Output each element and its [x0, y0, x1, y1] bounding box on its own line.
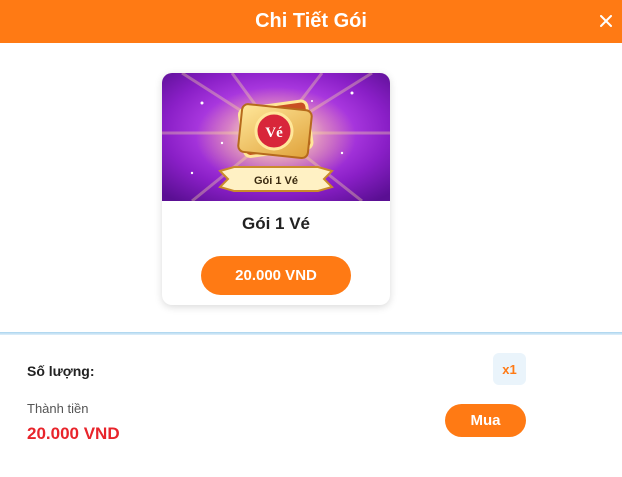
quantity-badge[interactable]: x1: [493, 353, 526, 385]
package-card[interactable]: Vé Gói 1 Vé Gói 1 Vé 20.000 VND: [162, 73, 390, 305]
purchase-summary: Số lượng: x1 Thành tiền 20.000 VND Mua: [0, 335, 622, 477]
svg-text:Gói 1 Vé: Gói 1 Vé: [254, 175, 298, 187]
buy-button[interactable]: Mua: [445, 404, 526, 437]
modal-header: Chi Tiết Gói: [0, 0, 622, 43]
quantity-label: Số lượng:: [27, 363, 95, 379]
svg-text:Vé: Vé: [265, 125, 283, 141]
modal-title: Chi Tiết Gói: [255, 10, 367, 32]
price-button[interactable]: 20.000 VND: [201, 256, 351, 295]
package-name: Gói 1 Vé: [241, 214, 311, 233]
close-icon: [600, 15, 612, 27]
ticket-package-image: Vé Gói 1 Vé: [162, 73, 390, 201]
close-button[interactable]: [596, 11, 616, 31]
total-value: 20.000 VND: [27, 424, 120, 443]
total-label: Thành tiền: [27, 401, 89, 416]
package-area: Vé Gói 1 Vé Gói 1 Vé 20.000 VND: [0, 43, 622, 333]
